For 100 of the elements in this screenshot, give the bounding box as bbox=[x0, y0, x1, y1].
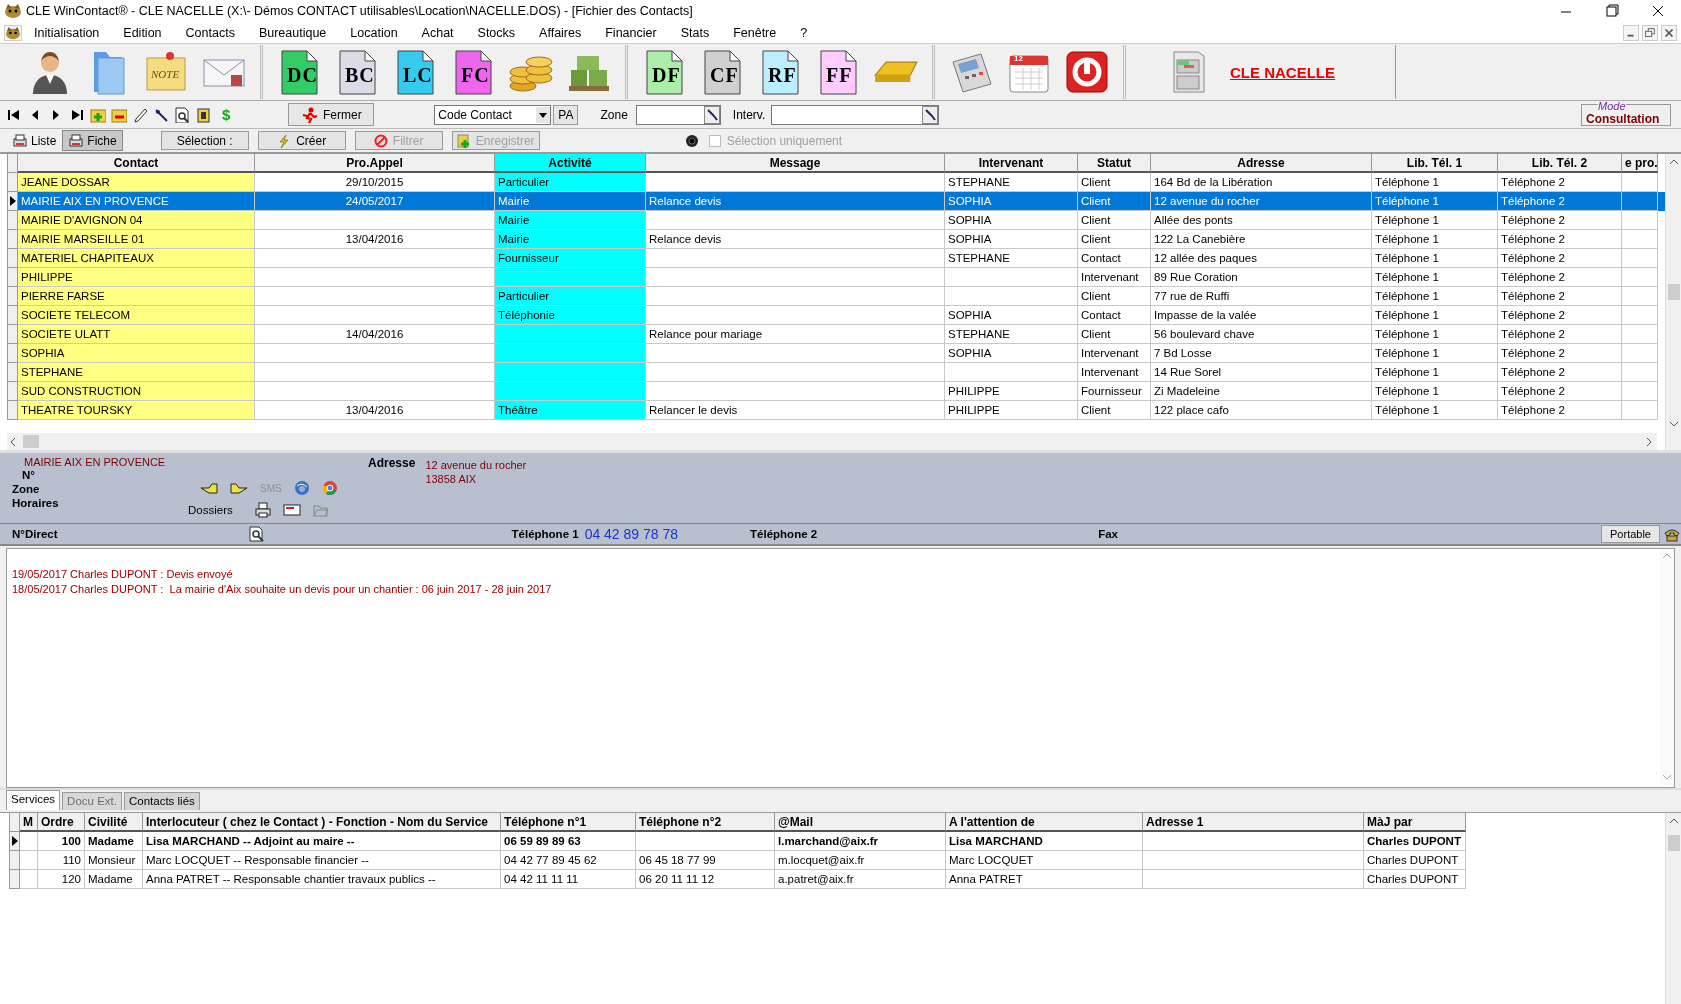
table-row[interactable]: MATERIEL CHAPITEAUX Fournisseur STEPHANE Contact 12 allée des paques Téléphone 1 Téléphone 2 bbox=[7, 249, 1665, 268]
toolbar-button[interactable]: FC bbox=[449, 48, 497, 96]
minimize-icon[interactable] bbox=[1623, 24, 1639, 41]
table-row[interactable]: 100 Madame Lisa MARCHAND -- Adjoint au maire -- 06 59 89 89 63 l.marchand@aix.fr Lisa MARCHAND Charles DUPONT bbox=[9, 832, 1665, 851]
table-cell: Anna PATRET bbox=[946, 870, 1143, 889]
close-icon[interactable] bbox=[1661, 24, 1677, 41]
globe-icon[interactable] bbox=[293, 480, 310, 496]
column-header[interactable]: A l'attention de bbox=[946, 813, 1143, 832]
column-header[interactable]: Contact bbox=[18, 154, 255, 173]
column-header[interactable]: Pro.Appel bbox=[255, 154, 495, 173]
table-cell: Téléphone 2 bbox=[1498, 382, 1622, 401]
folder-plus-icon[interactable] bbox=[90, 106, 106, 123]
probe-icon[interactable] bbox=[153, 106, 169, 123]
column-header[interactable]: Téléphone n°2 bbox=[636, 813, 775, 832]
toolbar-button[interactable]: DF bbox=[640, 48, 688, 96]
table-row[interactable]: THEATRE TOURSKY 13/04/2016 Théâtre Relancer le devis PHILIPPE Client 122 place cafo Téléphone 1 Téléphone 2 bbox=[7, 401, 1665, 420]
column-header[interactable]: Statut bbox=[1078, 154, 1151, 173]
telephone-icon[interactable] bbox=[1663, 526, 1681, 542]
tab[interactable]: Contacts liés bbox=[123, 792, 200, 810]
record-dot-icon[interactable] bbox=[684, 133, 699, 148]
pa-button[interactable]: PA bbox=[553, 104, 579, 125]
menu-item[interactable]: Edition bbox=[111, 25, 174, 40]
caret-down-icon[interactable] bbox=[536, 106, 551, 123]
table-row[interactable]: PIERRE FARSE Particulier Client 77 rue de Ruffi Téléphone 1 Téléphone 2 bbox=[7, 287, 1665, 306]
table-row[interactable]: PHILIPPE Intervenant 89 Rue Coration Téléphone 1 Téléphone 2 bbox=[7, 268, 1665, 287]
pointing-hand-right-icon[interactable] bbox=[230, 482, 248, 494]
action-button[interactable]: Sélection : bbox=[160, 131, 249, 150]
table-row[interactable]: 110 Monsieur Marc LOCQUET -- Responsable financier -- 04 42 77 89 45 62 06 45 18 77 99 m.locquet@aix.fr Marc LOCQUET Charles DUPONT bbox=[9, 851, 1665, 870]
magnifier-document-icon[interactable] bbox=[174, 106, 190, 123]
folder-minus-icon[interactable] bbox=[111, 106, 127, 123]
zone-field[interactable] bbox=[635, 104, 721, 125]
column-header[interactable]: Intervenant bbox=[945, 154, 1078, 173]
column-header[interactable]: Lib. Tél. 1 bbox=[1372, 154, 1498, 173]
table-row[interactable]: MAIRIE AIX EN PROVENCE 24/05/2017 Mairie Relance devis SOPHIA Client 12 avenue du rocher Téléphone 1 Téléphone 2 bbox=[7, 192, 1665, 211]
toolbar-button[interactable]: LC bbox=[391, 48, 439, 96]
table-row[interactable]: MAIRIE D'AVIGNON 04 Mairie SOPHIA Client Allée des ponts Téléphone 1 Téléphone 2 bbox=[7, 211, 1665, 230]
column-header[interactable]: e pro. bbox=[1622, 154, 1658, 173]
column-header[interactable]: Téléphone n°1 bbox=[501, 813, 636, 832]
menu-item[interactable]: Stocks bbox=[465, 25, 528, 40]
table-row[interactable]: SOPHIA SOPHIA Intervenant 7 Bd Losse Téléphone 1 Téléphone 2 bbox=[7, 344, 1665, 363]
table-cell: SOPHIA bbox=[945, 192, 1078, 211]
column-header[interactable]: Civilité bbox=[85, 813, 143, 832]
pointing-hand-left-icon[interactable] bbox=[200, 482, 218, 494]
toolbar-button[interactable] bbox=[1063, 48, 1111, 96]
column-header[interactable]: Ordre bbox=[38, 813, 85, 832]
column-header[interactable]: Interlocuteur ( chez le Contact ) - Fonction - Nom du Service bbox=[143, 813, 501, 832]
column-header[interactable]: M bbox=[20, 813, 38, 832]
card-icon[interactable] bbox=[282, 504, 301, 516]
menu-item[interactable]: Bureautique bbox=[246, 25, 339, 40]
company-link[interactable]: CLE NACELLE bbox=[1230, 63, 1335, 81]
menu-item[interactable]: Affaires bbox=[527, 25, 594, 40]
probe-icon[interactable] bbox=[703, 105, 720, 124]
table-row[interactable]: SOCIETE TELECOM Téléphonie SOPHIA Contact Impasse de la valée Téléphone 1 Téléphone 2 bbox=[7, 306, 1665, 325]
table-row[interactable]: SUD CONSTRUCTION PHILIPPE Fournisseur Zi Madeleine Téléphone 1 Téléphone 2 bbox=[7, 382, 1665, 401]
toolbar-button[interactable]: 12 bbox=[1005, 48, 1053, 96]
sort-dropdown[interactable]: Code Contact bbox=[434, 104, 552, 125]
menu-item[interactable]: Stats bbox=[668, 25, 722, 40]
browser-circle-icon[interactable] bbox=[321, 480, 338, 496]
magnifier-document-icon[interactable] bbox=[247, 526, 266, 542]
printer-icon[interactable] bbox=[254, 502, 271, 518]
toolbar-button[interactable]: NOTE bbox=[142, 48, 190, 96]
pen-icon[interactable] bbox=[132, 106, 148, 123]
horizontal-scrollbar[interactable] bbox=[7, 433, 1657, 450]
probe-icon[interactable] bbox=[922, 105, 939, 124]
close-button[interactable]: Fermer bbox=[288, 103, 375, 126]
icon-label: LC bbox=[403, 64, 433, 87]
table-cell: Madame bbox=[85, 832, 143, 851]
table-row[interactable]: 120 Madame Anna PATRET -- Responsable chantier travaux publics -- 04 42 11 11 11 06 20 11 11 12 a.patret@aix.fr Anna PATRET Charles DUPONT bbox=[9, 870, 1665, 889]
toolbar-button[interactable]: DC bbox=[275, 48, 323, 96]
menu-item[interactable]: Financier bbox=[593, 25, 669, 40]
table-row[interactable]: STEPHANE Intervenant 14 Rue Sorel Téléphone 1 Téléphone 2 bbox=[7, 363, 1665, 382]
toolbar-button[interactable]: RF bbox=[756, 48, 804, 96]
column-header[interactable]: @Mail bbox=[775, 813, 946, 832]
toolbar-button[interactable]: CF bbox=[698, 48, 746, 96]
interv-field[interactable] bbox=[771, 104, 940, 125]
tab[interactable]: Services bbox=[6, 790, 61, 810]
action-button[interactable]: Créer bbox=[257, 131, 346, 150]
menu-item[interactable]: ? bbox=[788, 25, 820, 40]
menu-item[interactable]: Achat bbox=[409, 25, 466, 40]
column-header[interactable]: Lib. Tél. 2 bbox=[1498, 154, 1622, 173]
menu-item[interactable]: Contacts bbox=[173, 25, 247, 40]
menu-item[interactable]: Initialisation bbox=[22, 25, 112, 40]
view-tab[interactable]: Fiche bbox=[62, 130, 123, 151]
toolbar-button[interactable]: BC bbox=[333, 48, 381, 96]
restore-icon[interactable] bbox=[1642, 24, 1658, 41]
menu-item[interactable]: Fenêtre bbox=[721, 25, 789, 40]
binder-icon[interactable] bbox=[195, 106, 211, 123]
column-header[interactable]: Message bbox=[646, 154, 945, 173]
table-row[interactable]: SOCIETE ULATT 14/04/2016 Relance pour mariage STEPHANE Client 56 boulevard chave Téléphone 1 Téléphone 2 bbox=[7, 325, 1665, 344]
column-header[interactable]: Adresse bbox=[1151, 154, 1372, 173]
column-header[interactable]: MàJ par bbox=[1364, 813, 1466, 832]
table-cell: Contact bbox=[1078, 249, 1151, 268]
table-row[interactable]: MAIRIE MARSEILLE 01 13/04/2016 Mairie Relance devis SOPHIA Client 122 La Canebière Téléphone 1 Téléphone 2 bbox=[7, 230, 1665, 249]
field-label: N° bbox=[22, 468, 36, 482]
column-header[interactable]: Activité bbox=[495, 154, 646, 173]
column-header[interactable]: Adresse 1 bbox=[1143, 813, 1364, 832]
table-cell: SOPHIA bbox=[18, 344, 255, 363]
portable-button[interactable]: Portable bbox=[1601, 525, 1660, 543]
toolbar-button[interactable]: FF bbox=[814, 48, 862, 96]
menu-item[interactable]: Location bbox=[338, 25, 410, 40]
